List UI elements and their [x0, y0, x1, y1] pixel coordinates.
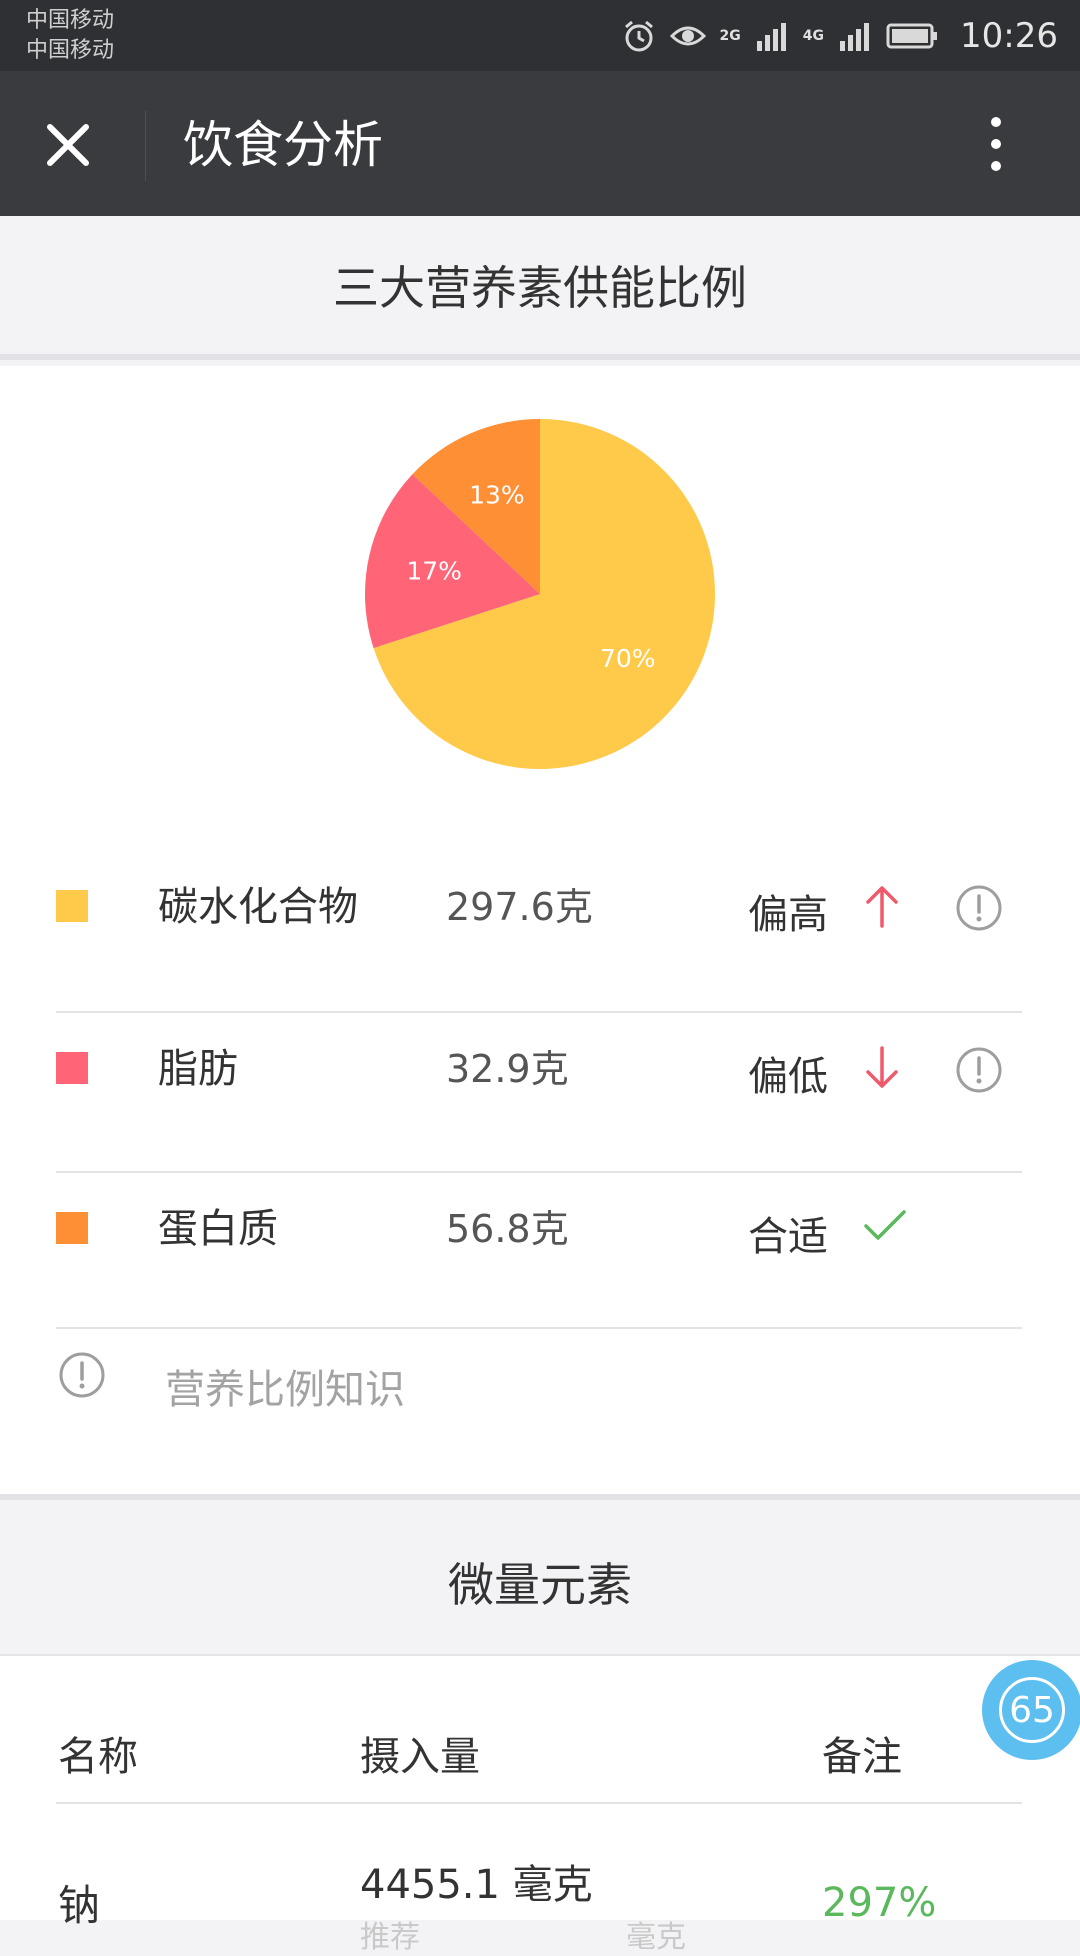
macro-card: 70% 17% 13% 碳水化合物 297.6克 偏高 脂肪 32.9克 偏低 [0, 366, 1080, 1494]
column-header-name: 名称 [58, 1734, 138, 1780]
nutrition-knowledge-link[interactable]: 营养比例知识 [0, 1341, 1080, 1441]
pie-chart: 70% 17% 13% [365, 419, 716, 769]
nutrient-amount: 32.9克 [446, 1047, 569, 1091]
legend-swatch [56, 1052, 88, 1084]
table-divider [56, 1802, 1022, 1804]
page-title: 饮食分析 [183, 116, 383, 174]
column-header-amount: 摄入量 [360, 1734, 480, 1780]
pie-slice-label-2: 13% [469, 480, 525, 509]
clock: 10:26 [960, 16, 1058, 56]
status-icons: 2G 4G 10:26 [622, 12, 1058, 60]
legend-swatch [56, 1212, 88, 1244]
element-recommend-label: 推荐 [360, 1920, 420, 1955]
title-divider [145, 111, 146, 181]
nutrient-row-fat[interactable]: 脂肪 32.9克 偏低 [0, 988, 1080, 1148]
nutrient-amount: 56.8克 [446, 1207, 569, 1251]
nutrient-row-carbs[interactable]: 碳水化合物 297.6克 偏高 [0, 826, 1080, 986]
nutrient-status: 偏高 [748, 892, 828, 938]
network-4g-label: 4G [802, 28, 825, 44]
pie-slice-label-0: 70% [600, 644, 656, 673]
title-bar: 饮食分析 [0, 71, 1080, 216]
nutrient-name: 蛋白质 [158, 1206, 278, 1252]
nutrient-row-protein[interactable]: 蛋白质 56.8克 合适 [0, 1148, 1080, 1308]
close-button[interactable] [38, 115, 108, 175]
info-icon[interactable] [955, 884, 1003, 932]
check-icon [864, 1210, 906, 1240]
alarm-icon [624, 20, 653, 52]
nutrient-status: 偏低 [748, 1054, 828, 1100]
element-recommend-unit: 毫克 [626, 1920, 686, 1955]
legend-swatch [56, 890, 88, 922]
pie-slice-label-1: 17% [406, 556, 462, 585]
carrier-2: 中国移动 [26, 38, 115, 63]
more-vertical-icon [991, 117, 1001, 127]
floating-count-badge[interactable]: 65 [982, 1660, 1080, 1760]
signal-icon [840, 23, 870, 51]
arrow-up-icon [866, 886, 898, 928]
info-icon [59, 1352, 105, 1398]
eye-icon [669, 26, 706, 46]
status-bar: 中国移动 中国移动 2G 4G 10:26 [0, 0, 1080, 71]
tip-text: 营养比例知识 [165, 1367, 405, 1413]
more-button[interactable] [978, 109, 1014, 181]
element-note: 297% [822, 1880, 937, 1926]
nutrient-name: 碳水化合物 [158, 884, 358, 930]
row-divider [56, 1327, 1022, 1329]
nutrient-status: 合适 [748, 1214, 828, 1260]
micro-table: 名称 摄入量 备注 钠 4455.1 毫克 推荐 毫克 297% [0, 1654, 1080, 1955]
battery-icon [886, 23, 938, 49]
arrow-down-icon [866, 1046, 898, 1088]
nutrient-name: 脂肪 [158, 1046, 238, 1092]
column-header-note: 备注 [822, 1734, 902, 1780]
signal-icon [756, 23, 786, 51]
close-icon [47, 124, 89, 166]
element-name: 钠 [58, 1881, 101, 1930]
element-amount: 4455.1 毫克 [360, 1862, 593, 1908]
carrier-info: 中国移动 中国移动 [26, 6, 114, 66]
micro-section-title: 微量元素 [0, 1494, 1080, 1654]
info-icon[interactable] [955, 1046, 1003, 1094]
carrier-1: 中国移动 [26, 8, 115, 33]
nutrient-amount: 297.6克 [446, 885, 593, 929]
macro-section-title: 三大营养素供能比例 [0, 216, 1080, 360]
network-2g-label: 2G [719, 28, 741, 44]
badge-count: 65 [999, 1677, 1065, 1743]
